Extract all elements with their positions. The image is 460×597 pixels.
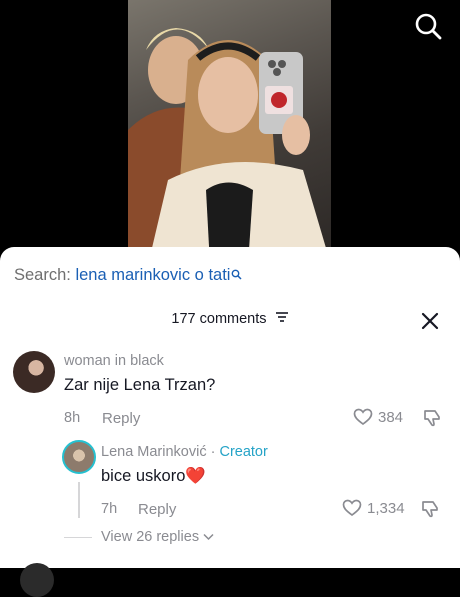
reply-username[interactable]: Lena Marinković — [101, 444, 207, 460]
comment-like-count: 384 — [378, 408, 404, 426]
reply-reply-button[interactable]: Reply — [138, 501, 176, 518]
comment-dislike-button[interactable] — [422, 408, 442, 433]
avatar[interactable] — [20, 563, 54, 597]
heart-outline-icon — [342, 499, 362, 517]
reply-dislike-button[interactable] — [420, 499, 440, 524]
creator-badge: Creator — [219, 444, 268, 460]
close-icon — [421, 312, 439, 330]
creator-avatar[interactable] — [62, 440, 96, 474]
video-player[interactable] — [0, 0, 460, 265]
reply-text-row: bice uskoro❤️ — [101, 467, 206, 486]
reply-like-button[interactable]: 1,334 — [342, 499, 405, 517]
comments-header: 177 comments — [0, 311, 460, 327]
comment-text: Zar nije Lena Trzan? — [64, 376, 216, 394]
search-mini-icon — [231, 266, 242, 285]
chevron-down-icon — [203, 533, 214, 541]
reply-time: 7h — [101, 501, 118, 517]
video-frame-illustration — [128, 28, 331, 265]
heart-emoji-icon: ❤️ — [185, 467, 206, 485]
dislike-icon — [422, 501, 438, 518]
comment-time: 8h — [64, 410, 81, 426]
comments-count: 177 comments — [171, 311, 267, 328]
thread-line — [78, 482, 80, 518]
heart-outline-icon — [353, 408, 373, 426]
reply-username-row[interactable]: Lena Marinković · Creator — [101, 444, 268, 460]
comment-like-button[interactable]: 384 — [353, 408, 403, 426]
view-replies-button[interactable]: View 26 replies — [101, 529, 214, 545]
reply-text: bice uskoro — [101, 467, 186, 485]
search-suggestion[interactable]: Search: lena marinkovic o tati — [14, 266, 242, 285]
reply-separator: · — [206, 444, 220, 460]
comments-sheet: Search: lena marinkovic o tati 177 comme… — [0, 247, 460, 597]
view-replies-label: View 26 replies — [101, 529, 200, 545]
reply-like-count: 1,334 — [367, 499, 405, 517]
comment-username[interactable]: woman in black — [64, 353, 164, 369]
sort-icon[interactable] — [275, 311, 289, 327]
comment-reply-button[interactable]: Reply — [102, 410, 140, 427]
video-frame[interactable] — [128, 0, 331, 265]
dislike-icon — [424, 410, 440, 427]
search-button[interactable] — [412, 10, 444, 42]
close-button[interactable] — [419, 310, 441, 332]
view-replies-divider — [64, 537, 92, 538]
search-icon — [415, 13, 442, 40]
search-query-link[interactable]: lena marinkovic o tati — [75, 266, 230, 284]
search-label: Search: — [14, 266, 71, 284]
avatar[interactable] — [13, 351, 55, 393]
